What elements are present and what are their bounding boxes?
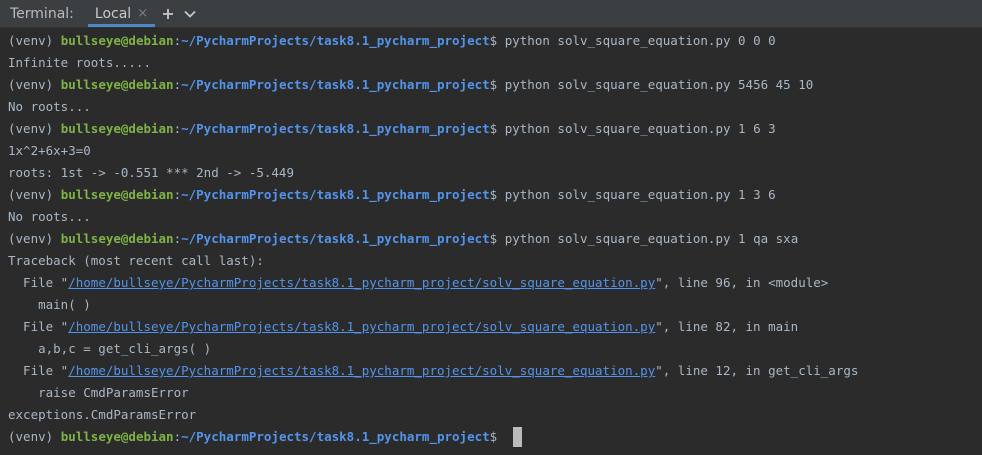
user-host: bullseye@debian: [60, 231, 174, 246]
user-host: bullseye@debian: [60, 77, 174, 92]
user-host: bullseye@debian: [60, 187, 174, 202]
output-line: main( ): [8, 294, 982, 316]
output-text: main( ): [8, 297, 91, 312]
prompt-symbol: $: [489, 77, 505, 92]
venv-label: (venv): [8, 187, 61, 202]
working-directory: ~/PycharmProjects/task8.1_pycharm_projec…: [181, 77, 490, 92]
output-line: a,b,c = get_cli_args( ): [8, 338, 982, 360]
output-line: Infinite roots.....: [8, 52, 982, 74]
terminal-tabbar: Terminal: Local ×: [0, 0, 982, 28]
venv-label: (venv): [8, 429, 61, 444]
output-text: No roots...: [8, 209, 91, 224]
venv-label: (venv): [8, 121, 61, 136]
output-line: exceptions.CmdParamsError: [8, 404, 982, 426]
prompt-line: (venv) bullseye@debian:~/PycharmProjects…: [8, 426, 982, 448]
user-host: bullseye@debian: [60, 121, 174, 136]
traceback-file-line: File "/home/bullseye/PycharmProjects/tas…: [8, 272, 982, 294]
text-cursor: [512, 426, 522, 447]
prompt-colon: :: [173, 77, 182, 92]
prompt-line: (venv) bullseye@debian:~/PycharmProjects…: [8, 228, 982, 250]
plus-icon: [162, 8, 174, 20]
prompt-colon: :: [173, 429, 182, 444]
output-text: roots: 1st -> -0.551 *** 2nd -> -5.449: [8, 165, 294, 180]
tool-window-title: Terminal:: [10, 5, 74, 22]
chevron-down-icon: [184, 10, 196, 18]
command-text: python solv_square_equation.py 0 0 0: [504, 33, 776, 48]
user-host: bullseye@debian: [60, 33, 174, 48]
file-path-link[interactable]: /home/bullseye/PycharmProjects/task8.1_p…: [68, 363, 655, 378]
output-line: Traceback (most recent call last):: [8, 250, 982, 272]
working-directory: ~/PycharmProjects/task8.1_pycharm_projec…: [181, 121, 490, 136]
file-path-link[interactable]: /home/bullseye/PycharmProjects/task8.1_p…: [68, 275, 655, 290]
prompt-symbol: $: [489, 33, 505, 48]
venv-label: (venv): [8, 77, 61, 92]
output-text: No roots...: [8, 99, 91, 114]
prompt-line: (venv) bullseye@debian:~/PycharmProjects…: [8, 118, 982, 140]
output-line: roots: 1st -> -0.551 *** 2nd -> -5.449: [8, 162, 982, 184]
traceback-prefix: File ": [8, 319, 69, 334]
venv-label: (venv): [8, 231, 61, 246]
output-text: Traceback (most recent call last):: [8, 253, 264, 268]
prompt-symbol: $: [489, 187, 505, 202]
prompt-colon: :: [173, 121, 182, 136]
tab-local[interactable]: Local ×: [86, 0, 157, 27]
terminal-output[interactable]: (venv) bullseye@debian:~/PycharmProjects…: [0, 28, 982, 448]
add-tab-button[interactable]: [157, 0, 179, 27]
command-text: python solv_square_equation.py 5456 45 1…: [504, 77, 814, 92]
user-host: bullseye@debian: [60, 429, 174, 444]
traceback-prefix: File ": [8, 363, 69, 378]
venv-label: (venv): [8, 33, 61, 48]
output-text: 1x^2+6x+3=0: [8, 143, 91, 158]
prompt-symbol: $: [489, 121, 505, 136]
working-directory: ~/PycharmProjects/task8.1_pycharm_projec…: [181, 429, 490, 444]
command-text: python solv_square_equation.py 1 qa sxa: [504, 231, 799, 246]
output-text: exceptions.CmdParamsError: [8, 407, 197, 422]
output-line: 1x^2+6x+3=0: [8, 140, 982, 162]
output-text: a,b,c = get_cli_args( ): [8, 341, 212, 356]
working-directory: ~/PycharmProjects/task8.1_pycharm_projec…: [181, 33, 490, 48]
traceback-suffix: ", line 82, in main: [655, 319, 799, 334]
traceback-file-line: File "/home/bullseye/PycharmProjects/tas…: [8, 360, 982, 382]
output-line: raise CmdParamsError: [8, 382, 982, 404]
prompt-line: (venv) bullseye@debian:~/PycharmProjects…: [8, 30, 982, 52]
traceback-file-line: File "/home/bullseye/PycharmProjects/tas…: [8, 316, 982, 338]
prompt-symbol: $: [489, 231, 505, 246]
prompt-colon: :: [173, 231, 182, 246]
traceback-suffix: ", line 96, in <module>: [655, 275, 829, 290]
output-text: raise CmdParamsError: [8, 385, 189, 400]
close-icon[interactable]: ×: [137, 6, 148, 21]
traceback-prefix: File ": [8, 275, 69, 290]
output-text: Infinite roots.....: [8, 55, 151, 70]
output-line: No roots...: [8, 96, 982, 118]
prompt-colon: :: [173, 33, 182, 48]
output-line: No roots...: [8, 206, 982, 228]
command-text: python solv_square_equation.py 1 6 3: [504, 121, 776, 136]
prompt-colon: :: [173, 187, 182, 202]
working-directory: ~/PycharmProjects/task8.1_pycharm_projec…: [181, 187, 490, 202]
tab-dropdown-button[interactable]: [179, 0, 201, 27]
command-text: python solv_square_equation.py 1 3 6: [504, 187, 776, 202]
traceback-suffix: ", line 12, in get_cli_args: [655, 363, 859, 378]
file-path-link[interactable]: /home/bullseye/PycharmProjects/task8.1_p…: [68, 319, 655, 334]
prompt-line: (venv) bullseye@debian:~/PycharmProjects…: [8, 184, 982, 206]
prompt-symbol: $: [489, 429, 505, 444]
working-directory: ~/PycharmProjects/task8.1_pycharm_projec…: [181, 231, 490, 246]
tab-local-label: Local: [94, 5, 132, 22]
prompt-line: (venv) bullseye@debian:~/PycharmProjects…: [8, 74, 982, 96]
